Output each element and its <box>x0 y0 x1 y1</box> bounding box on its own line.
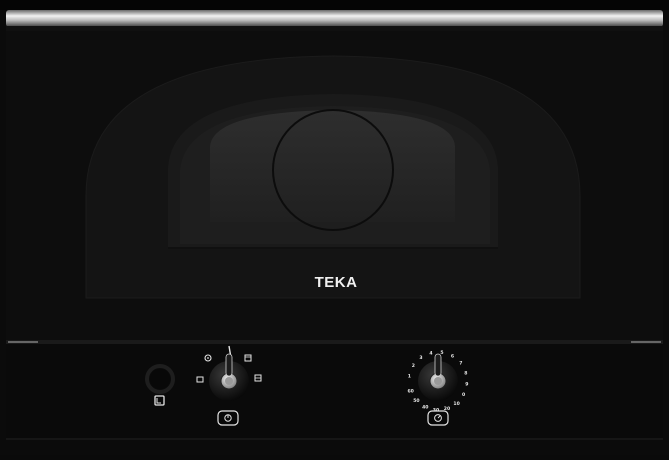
timer-scale-label: 9 <box>465 382 468 388</box>
timer-scale-label: 8 <box>464 371 467 377</box>
timer-scale-label: 0 <box>462 392 465 398</box>
microwave-oven-front: 1234567890102030405060 TEKA <box>0 0 669 455</box>
door-handle-rail[interactable] <box>6 10 663 27</box>
timer-scale-label: 4 <box>429 351 432 357</box>
timer-scale-label: 2 <box>412 363 415 369</box>
timer-knob-pointer <box>434 353 442 377</box>
oven-illustration: 1234567890102030405060 <box>0 0 669 455</box>
timer-scale-label: 60 <box>407 389 413 395</box>
cavity-view <box>210 110 455 222</box>
timer-scale-label: 6 <box>451 354 454 360</box>
timer-scale-label: 3 <box>419 355 422 361</box>
timer-scale-label: 1 <box>408 374 411 380</box>
timer-scale-label: 40 <box>422 405 428 411</box>
function-knob-pointer <box>225 353 233 377</box>
brand-logo: TEKA <box>314 274 358 291</box>
control-panel <box>6 344 663 440</box>
timer-scale-label: 10 <box>453 401 459 407</box>
timer-scale-label: 7 <box>459 361 462 367</box>
timer-scale-label: 50 <box>413 398 419 404</box>
